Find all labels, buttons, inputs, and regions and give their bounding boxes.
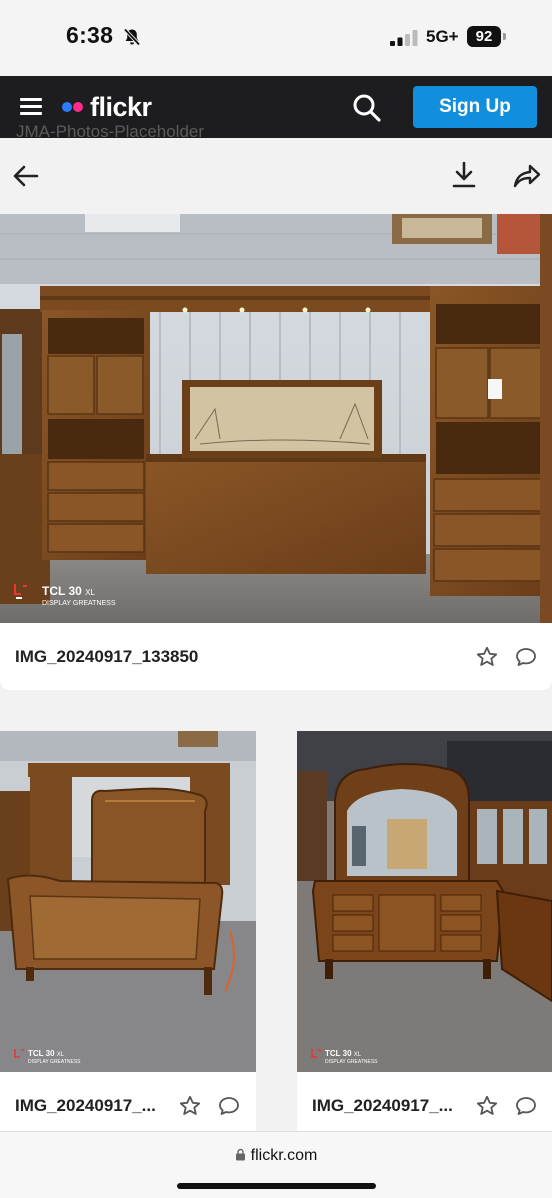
status-bar: 6:38 5G+ 92 [0, 0, 552, 76]
network-type: 5G+ [426, 27, 459, 46]
comment-icon[interactable] [514, 1094, 538, 1118]
logo-pink-dot [73, 102, 83, 112]
search-icon[interactable] [352, 93, 382, 123]
logo-text: flickr [90, 91, 152, 122]
photo-title[interactable]: IMG_20240917_... [15, 1096, 156, 1116]
watermark-tagline-2: DISPLAY GREATNESS [28, 1059, 81, 1065]
photo-bedroom-wall-unit[interactable] [0, 214, 552, 623]
photo-title[interactable]: IMG_20240917_133850 [15, 647, 198, 667]
flickr-logo[interactable]: flickr [62, 92, 152, 122]
top-nav: JMA-Photos-Placeholder flickr Sign Up [0, 76, 552, 138]
back-arrow-icon[interactable] [12, 162, 40, 190]
comment-icon[interactable] [514, 645, 538, 669]
watermark-tagline-3: DISPLAY GREATNESS [325, 1059, 378, 1065]
comment-icon[interactable] [217, 1094, 241, 1118]
battery-indicator: 92 [467, 26, 501, 47]
sign-up-button[interactable]: Sign Up [413, 86, 537, 128]
photo-dresser-with-mirror[interactable] [297, 731, 552, 1072]
photo-sleigh-bed[interactable] [0, 731, 256, 1072]
home-indicator[interactable] [177, 1183, 376, 1189]
cellular-signal-icon [390, 30, 418, 46]
photo-title[interactable]: IMG_20240917_... [312, 1096, 453, 1116]
photo-card[interactable]: TCL 30 XL DISPLAY GREATNESS IMG_20240917… [297, 731, 552, 1131]
watermark-brand-3: TCL 30 XL [325, 1049, 362, 1058]
url-text: flickr.com [250, 1147, 318, 1164]
watermark-brand-2: TCL 30 XL [28, 1049, 65, 1058]
photo-card[interactable]: TCL 30 XL DISPLAY GREATNESS IMG_20240917… [0, 731, 256, 1131]
lock-icon [235, 1148, 245, 1161]
star-icon[interactable] [475, 645, 499, 669]
download-icon[interactable] [450, 160, 478, 190]
logo-blue-dot [62, 102, 72, 112]
watermark-brand-1: TCL 30 XL [42, 584, 95, 598]
photo-card[interactable]: TCL 30 XL DISPLAY GREATNESS IMG_20240917… [0, 214, 552, 690]
browser-url-bar[interactable]: flickr.com [0, 1131, 552, 1198]
star-icon[interactable] [475, 1094, 499, 1118]
url-display[interactable]: flickr.com [0, 1147, 552, 1165]
watermark-tagline-1: DISPLAY GREATNESS [42, 600, 116, 607]
share-icon[interactable] [512, 162, 542, 190]
star-icon[interactable] [178, 1094, 202, 1118]
menu-icon[interactable] [20, 98, 42, 116]
photo-toolbar [0, 138, 552, 214]
battery-nub [503, 33, 506, 40]
status-time: 6:38 [66, 22, 114, 48]
bell-off-icon [123, 28, 141, 46]
underlay-text: JMA-Photos-Placeholder [16, 122, 205, 138]
